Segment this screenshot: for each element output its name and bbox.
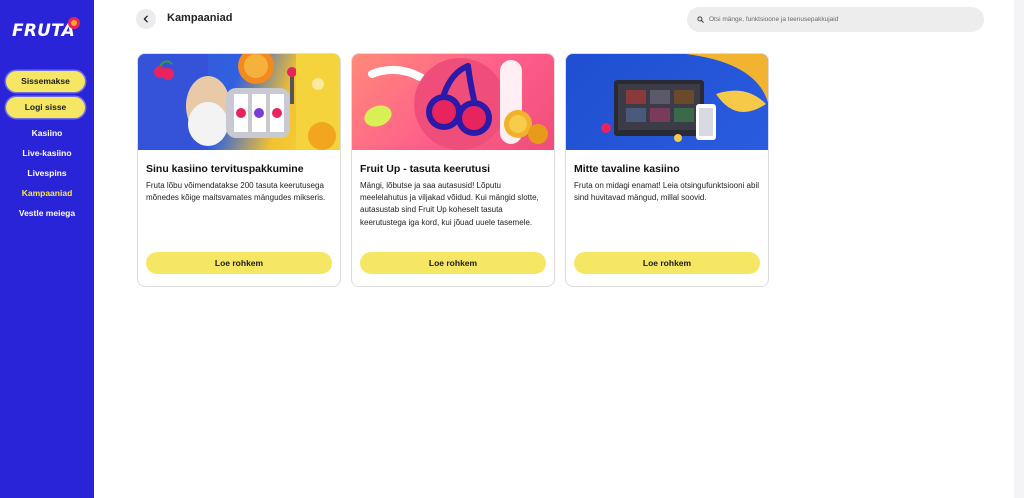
cherry-illustration bbox=[364, 58, 548, 150]
devices-illustration bbox=[601, 54, 768, 142]
card-description: Fruta on midagi enamat! Leia otsingufunk… bbox=[574, 181, 759, 203]
read-more-button[interactable]: Loe rohkem bbox=[574, 252, 760, 274]
sidebar-item-live-casino[interactable]: Live-kasiino bbox=[0, 146, 94, 166]
sidebar-item-casino[interactable]: Kasiino bbox=[0, 126, 94, 146]
fruta-logo[interactable]: FRUTA bbox=[12, 17, 82, 42]
scrollbar-track[interactable] bbox=[1014, 0, 1024, 498]
sidebar-item-livespins[interactable]: Livespins bbox=[0, 166, 94, 186]
chevron-left-icon bbox=[143, 15, 148, 23]
back-button[interactable] bbox=[136, 9, 156, 29]
card-title: Mitte tavaline kasiino bbox=[574, 163, 680, 175]
promo-image-casino bbox=[566, 54, 768, 150]
search-bar[interactable] bbox=[687, 7, 984, 32]
sidebar-item-chat[interactable]: Vestle meiega bbox=[0, 206, 94, 226]
deposit-button[interactable]: Sissemakse bbox=[6, 71, 85, 92]
card-description: Mängi, lõbutse ja saa autasusid! Lõputu … bbox=[360, 181, 539, 227]
sidebar-nav: Kasiino Live-kasiino Livespins Kampaania… bbox=[0, 126, 94, 226]
login-button[interactable]: Logi sisse bbox=[6, 97, 85, 118]
logo-fruit-icon bbox=[68, 17, 80, 29]
search-input[interactable] bbox=[709, 16, 969, 23]
promo-card-fruit-up: Fruit Up - tasuta keerutusi Mängi, lõbut… bbox=[351, 53, 555, 287]
read-more-button[interactable]: Loe rohkem bbox=[146, 252, 332, 274]
sidebar: FRUTA Sissemakse Logi sisse Kasiino Live… bbox=[0, 0, 94, 498]
promo-image-fruit-up bbox=[352, 54, 554, 150]
promo-card-welcome: Sinu kasiino tervituspakkumine Fruta lõb… bbox=[137, 53, 341, 287]
app-root: FRUTA Sissemakse Logi sisse Kasiino Live… bbox=[0, 0, 1024, 498]
promo-image-welcome bbox=[138, 54, 340, 150]
sidebar-item-campaigns[interactable]: Kampaaniad bbox=[0, 186, 94, 206]
promo-card-not-ordinary-casino: Mitte tavaline kasiino Fruta on midagi e… bbox=[565, 53, 769, 287]
zeus-slot-illustration bbox=[138, 54, 340, 150]
card-title: Fruit Up - tasuta keerutusi bbox=[360, 163, 491, 175]
read-more-button[interactable]: Loe rohkem bbox=[360, 252, 546, 274]
card-title: Sinu kasiino tervituspakkumine bbox=[146, 163, 304, 175]
search-icon bbox=[697, 16, 704, 23]
card-description: Fruta lõbu võimendatakse 200 tasuta keer… bbox=[146, 181, 326, 203]
logo-text: FRUTA bbox=[12, 21, 75, 41]
page-title: Kampaaniad bbox=[167, 12, 233, 24]
